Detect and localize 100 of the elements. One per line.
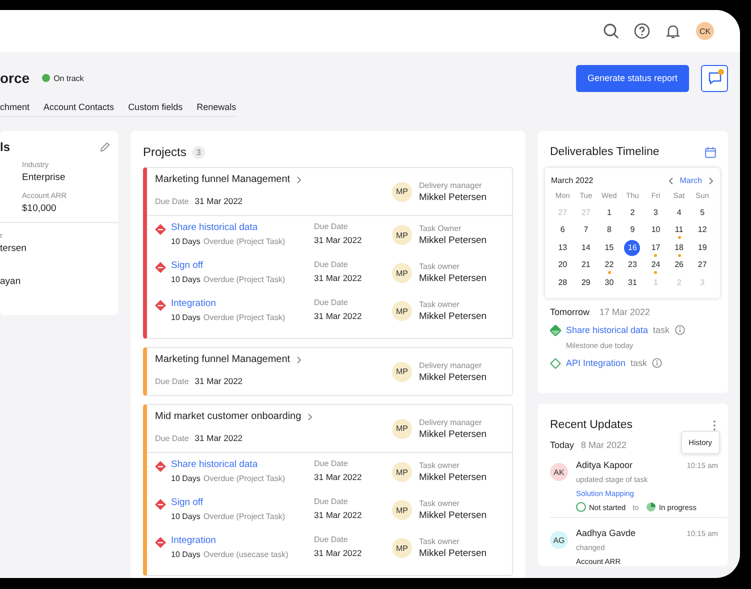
task-link[interactable]: Sign off: [171, 497, 314, 508]
role-label: Task owner: [419, 300, 460, 309]
overdue-note: Overdue (usecase task): [203, 550, 288, 559]
user-avatar[interactable]: CK: [696, 22, 714, 40]
due-date: 31 Mar 2022: [314, 235, 363, 245]
calendar-day[interactable]: 8: [601, 222, 618, 238]
task-link[interactable]: Integration: [171, 535, 314, 546]
chevron-right-icon[interactable]: [296, 356, 302, 364]
due-date: 31 Mar 2022: [314, 472, 363, 482]
role-label: Task owner: [419, 537, 460, 546]
calendar-day[interactable]: 14: [578, 240, 594, 256]
calendar-day[interactable]: 10: [648, 222, 664, 238]
tab[interactable]: Custom fields: [128, 102, 183, 112]
chevron-right-icon[interactable]: [296, 176, 302, 184]
minus-diamond-icon: [155, 537, 166, 548]
month-dropdown[interactable]: March: [680, 176, 702, 185]
task-link[interactable]: Share historical data: [171, 222, 314, 233]
calendar-day[interactable]: 20: [554, 257, 571, 274]
calendar-day[interactable]: 27: [694, 257, 710, 274]
calendar-day[interactable]: 16: [624, 240, 640, 256]
calendar-day[interactable]: 3: [648, 204, 664, 221]
calendar-day[interactable]: 13: [554, 240, 571, 256]
calendar-day[interactable]: 23: [624, 257, 640, 274]
due-label: Due Date: [314, 459, 349, 468]
calendar-day[interactable]: 22: [601, 257, 618, 274]
due-label: Due Date: [314, 535, 349, 544]
due-label: Due Date: [155, 197, 189, 206]
task-link[interactable]: Sign off: [171, 260, 314, 271]
calendar-day[interactable]: 4: [671, 204, 688, 221]
search-icon[interactable]: [603, 23, 619, 39]
calendar-day[interactable]: 29: [578, 274, 594, 291]
calendar-day[interactable]: 7: [578, 222, 594, 238]
tab[interactable]: chment: [0, 102, 30, 112]
calendar-day[interactable]: 2: [624, 204, 640, 221]
project-title[interactable]: Marketing funnel Management: [155, 354, 290, 365]
calendar-day[interactable]: 31: [624, 274, 640, 291]
calendar-day[interactable]: 11: [671, 222, 688, 238]
status-label: On track: [54, 74, 84, 82]
day-label: Today: [550, 440, 574, 450]
calendar-day[interactable]: 18: [671, 240, 688, 256]
chat-button[interactable]: [701, 64, 728, 92]
kebab-menu-icon[interactable]: [713, 420, 716, 430]
deliverable-link[interactable]: API Integration: [566, 358, 626, 368]
calendar-day[interactable]: 17: [648, 240, 664, 256]
avatar: MP: [392, 225, 412, 245]
tab[interactable]: Account Contacts: [44, 102, 114, 112]
calendar-day[interactable]: 21: [578, 257, 594, 274]
overdue-note: Overdue (Project Task): [203, 512, 286, 521]
bell-icon[interactable]: [665, 23, 681, 39]
person-name: Mikkel Petersen: [419, 311, 487, 322]
minus-diamond-icon: [155, 499, 166, 510]
due-label: Due Date: [314, 260, 349, 269]
project-title[interactable]: Marketing funnel Management: [155, 174, 290, 185]
overdue-days: 10 Days: [171, 550, 200, 559]
calendar-day[interactable]: 12: [694, 222, 710, 238]
item-type: task: [630, 358, 648, 368]
calendar-day[interactable]: 6: [554, 222, 571, 238]
avatar: MP: [392, 462, 412, 482]
tab[interactable]: Renewals: [196, 102, 236, 112]
calendar-icon[interactable]: [705, 146, 716, 158]
overdue-note: Overdue (Project Task): [203, 275, 286, 284]
help-icon[interactable]: [634, 23, 650, 39]
section-title: Projects: [143, 145, 186, 159]
deliverable-link[interactable]: Share historical data: [566, 325, 648, 335]
chevron-right-icon[interactable]: [708, 176, 714, 184]
avatar: MP: [392, 301, 412, 321]
calendar-day[interactable]: 19: [694, 240, 710, 256]
overdue-days: 10 Days: [171, 275, 200, 284]
info-icon[interactable]: [674, 325, 685, 335]
minus-diamond-icon: [155, 300, 166, 311]
user-name: Aditya Kapoor: [576, 460, 633, 470]
project-title[interactable]: Mid market customer onboarding: [155, 411, 302, 422]
field-value: $10,000: [22, 203, 58, 214]
calendar-day[interactable]: 24: [648, 257, 664, 274]
calendar-month: March 2022: [551, 176, 594, 185]
due-date: 31 Mar 2022: [314, 311, 363, 321]
calendar-day[interactable]: 30: [601, 274, 618, 291]
person-name: Mikkel Petersen: [419, 510, 487, 521]
overdue-days: 10 Days: [171, 512, 200, 521]
due-label: Due Date: [314, 222, 349, 231]
role-label: Delivery manager: [419, 418, 483, 426]
calendar-day[interactable]: 28: [554, 274, 571, 291]
calendar-day[interactable]: 9: [624, 222, 640, 238]
empty-circle-icon: [576, 502, 586, 512]
generate-report-button[interactable]: Generate status report: [576, 64, 689, 92]
calendar-day[interactable]: 5: [694, 204, 710, 221]
calendar-day[interactable]: 1: [601, 204, 618, 221]
overdue-note: Overdue (Project Task): [203, 474, 286, 483]
due-date: 31 Mar 2022: [194, 433, 243, 443]
task-link[interactable]: Integration: [171, 298, 314, 309]
chevron-left-icon[interactable]: [668, 176, 674, 184]
overdue-days: 10 Days: [171, 474, 200, 483]
info-icon[interactable]: [652, 358, 662, 368]
calendar-day[interactable]: 15: [601, 240, 618, 256]
task-link[interactable]: Share historical data: [171, 459, 314, 470]
calendar-day[interactable]: 26: [671, 257, 688, 274]
day-date: 8 Mar 2022: [581, 440, 627, 450]
chevron-right-icon[interactable]: [307, 412, 314, 420]
due-date: 31 Mar 2022: [314, 548, 363, 558]
pencil-icon[interactable]: [100, 142, 110, 152]
